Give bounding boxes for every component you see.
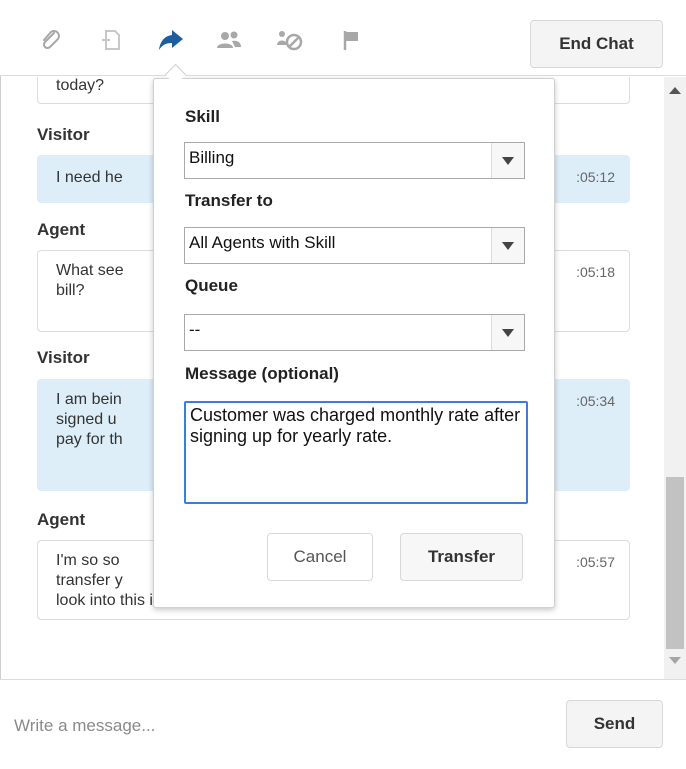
transfer-button[interactable]: Transfer bbox=[400, 533, 523, 581]
message-optional-label: Message (optional) bbox=[185, 364, 339, 383]
transfer-to-select[interactable]: All Agents with Skill bbox=[184, 227, 525, 264]
transfer-popover: Skill Billing Transfer to All Agents wit… bbox=[153, 78, 555, 608]
message-time: :05:12 bbox=[576, 169, 615, 185]
file-icon[interactable] bbox=[96, 25, 126, 55]
sender-label: Visitor bbox=[37, 125, 90, 144]
message-input[interactable] bbox=[14, 706, 534, 746]
message-time: :05:57 bbox=[576, 554, 615, 570]
transfer-message-field[interactable]: Customer was charged monthly rate after … bbox=[184, 401, 528, 504]
sender-label: Visitor bbox=[37, 348, 90, 367]
skill-label: Skill bbox=[185, 107, 220, 126]
block-user-icon[interactable] bbox=[275, 25, 305, 55]
end-chat-button[interactable]: End Chat bbox=[530, 20, 663, 68]
sender-label: Agent bbox=[37, 220, 86, 239]
chevron-down-icon[interactable] bbox=[491, 143, 524, 178]
paperclip-icon[interactable] bbox=[36, 25, 66, 55]
cancel-button[interactable]: Cancel bbox=[267, 533, 373, 581]
chevron-down-icon[interactable] bbox=[491, 315, 524, 350]
send-button[interactable]: Send bbox=[566, 700, 663, 748]
transfer-to-label: Transfer to bbox=[185, 191, 273, 210]
scroll-thumb[interactable] bbox=[666, 477, 684, 649]
scroll-up-arrow-icon[interactable] bbox=[669, 87, 681, 94]
flag-icon[interactable] bbox=[336, 25, 366, 55]
transfer-to-value: All Agents with Skill bbox=[189, 233, 336, 252]
chat-toolbar: End Chat bbox=[0, 0, 686, 76]
queue-label: Queue bbox=[185, 276, 238, 295]
scroll-down-arrow-icon[interactable] bbox=[669, 657, 681, 664]
message-time: :05:18 bbox=[576, 264, 615, 280]
chevron-down-icon[interactable] bbox=[491, 228, 524, 263]
skill-select[interactable]: Billing bbox=[184, 142, 525, 179]
transcript-scrollbar[interactable] bbox=[664, 77, 686, 679]
sender-label: Agent bbox=[37, 510, 86, 529]
users-icon[interactable] bbox=[214, 25, 244, 55]
message-time: :05:34 bbox=[576, 393, 615, 409]
skill-value: Billing bbox=[189, 148, 235, 167]
queue-select[interactable]: -- bbox=[184, 314, 525, 351]
message-composer: Send bbox=[0, 679, 686, 769]
transfer-arrow-icon[interactable] bbox=[156, 25, 186, 55]
queue-value: -- bbox=[189, 320, 201, 339]
